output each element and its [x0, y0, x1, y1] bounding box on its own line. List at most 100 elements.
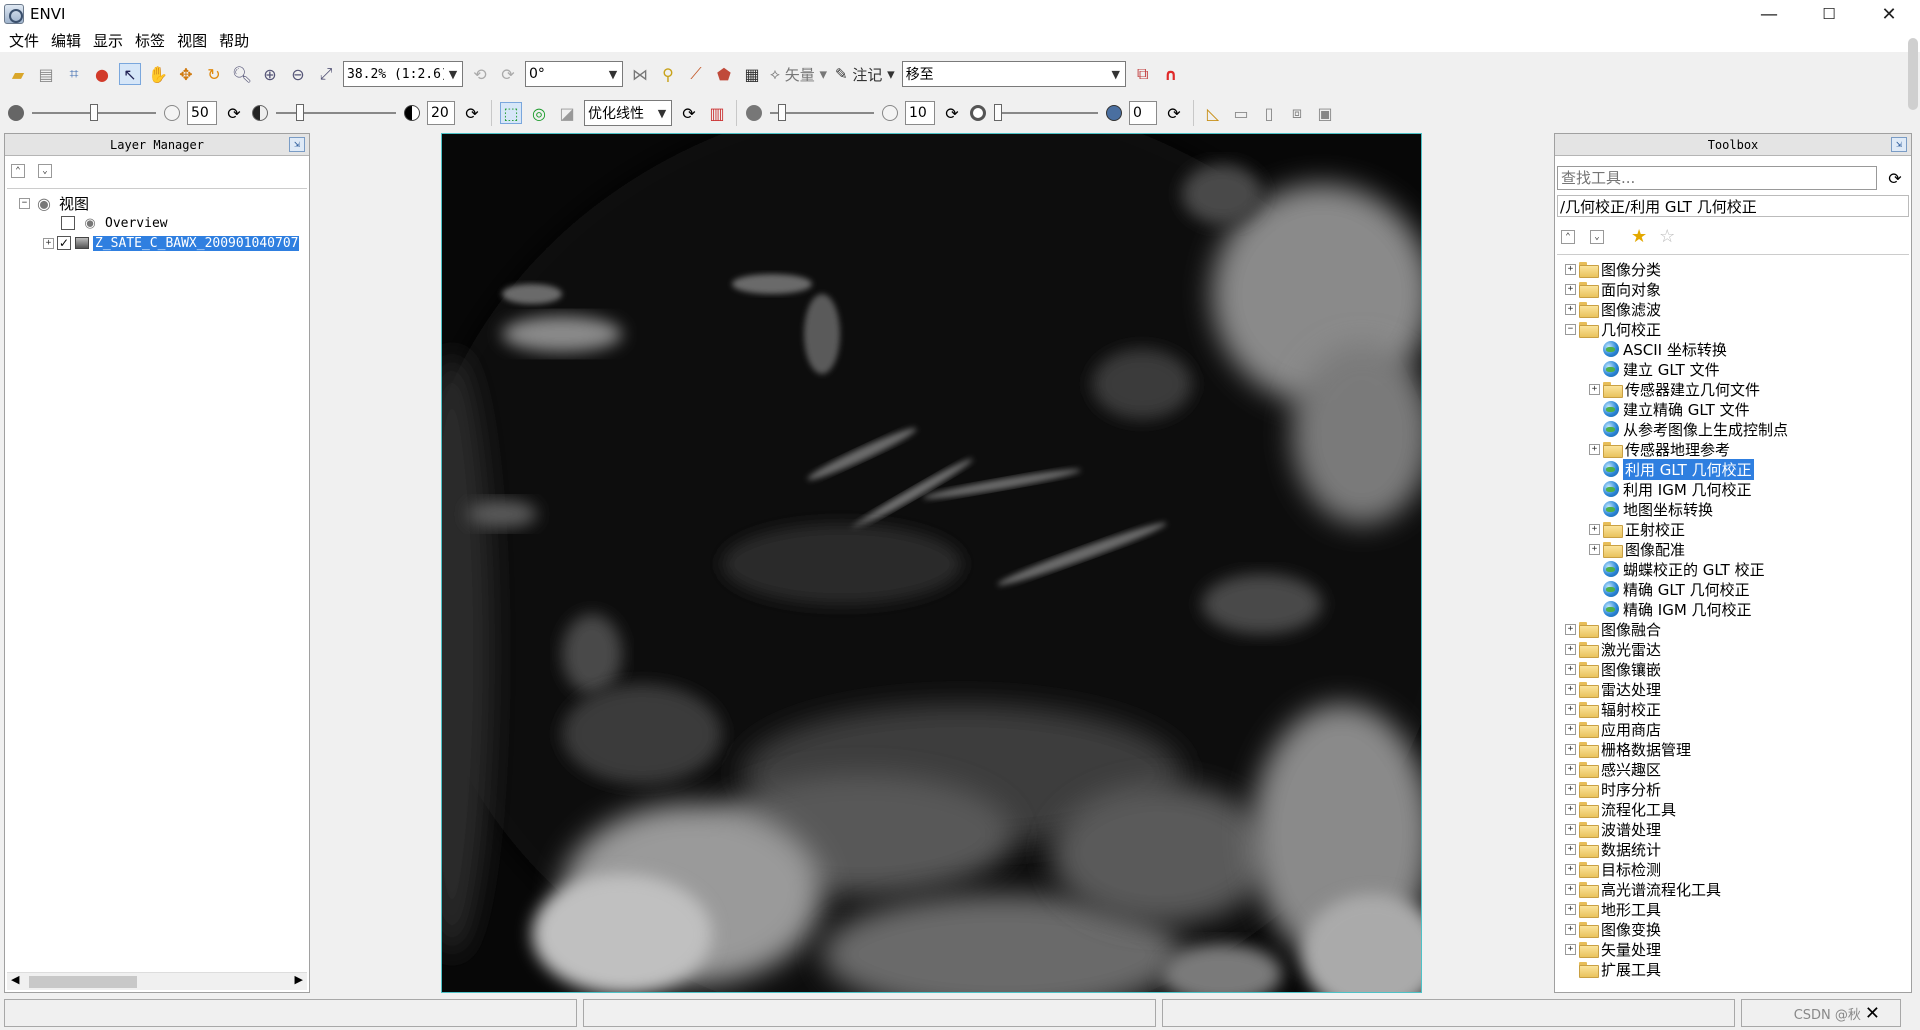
collapse-all-icon[interactable]: ⌃ — [11, 164, 25, 178]
blend-icon[interactable]: ▣ — [1314, 102, 1336, 124]
toolbox-folder[interactable]: + 激光雷达 — [1565, 639, 1661, 659]
toolbox-tool[interactable]: 建立精确 GLT 文件 — [1589, 399, 1750, 419]
toolbox-folder[interactable]: + 图像滤波 — [1565, 299, 1661, 319]
fly-icon[interactable]: ✥ — [175, 63, 197, 85]
expand-icon[interactable]: + — [1565, 263, 1576, 275]
expand-icon[interactable]: + — [1565, 643, 1576, 655]
expand-icon[interactable]: + — [43, 237, 54, 249]
favorites-star-icon[interactable]: ★ — [1631, 226, 1647, 247]
sharpen-field[interactable]: 10 — [905, 101, 935, 125]
brightness-field[interactable]: 50 — [187, 101, 217, 125]
toolbox-tool[interactable]: 蝴蝶校正的 GLT 校正 — [1589, 559, 1765, 579]
toolbox-folder[interactable]: + 图像变换 — [1565, 919, 1661, 939]
toolbox-folder[interactable]: + 面向对象 — [1565, 279, 1661, 299]
menu-file[interactable]: 文件 — [6, 30, 48, 51]
vector-tool[interactable]: ⟡ 矢量 ▾ — [770, 64, 827, 85]
profile-icon[interactable]: ⟋ — [685, 63, 707, 85]
rotate-right-icon[interactable]: ⟳ — [497, 63, 519, 85]
pan-hand-icon[interactable]: ✋ — [147, 63, 169, 85]
window-scrollbar-thumb[interactable] — [1908, 38, 1918, 110]
expand-icon[interactable]: + — [1565, 883, 1576, 895]
chip-icon[interactable]: ∩ — [1160, 63, 1182, 85]
expand-icon[interactable]: + — [1565, 683, 1576, 695]
expand-icon[interactable]: + — [1565, 303, 1576, 315]
brightness-slider[interactable] — [32, 102, 156, 124]
expand-icon[interactable]: + — [1589, 523, 1600, 535]
toolbox-folder[interactable]: + 感兴趣区 — [1565, 759, 1661, 779]
expand-icon[interactable]: + — [1565, 663, 1576, 675]
stretch-settings-icon[interactable]: ◪ — [556, 102, 578, 124]
flicker-icon[interactable]: ⧈ — [1286, 102, 1308, 124]
crosshair-icon[interactable]: ⚲ — [657, 63, 679, 85]
expand-icon[interactable]: + — [1565, 783, 1576, 795]
tree-node-view[interactable]: − ◉ 视图 — [19, 193, 89, 213]
rotation-combo[interactable]: 0° ▼ — [525, 61, 623, 87]
cursor-value-icon[interactable]: ▦ — [741, 63, 763, 85]
maximize-button[interactable]: ☐ — [1800, 0, 1858, 28]
toolbox-tool[interactable]: 从参考图像上生成控制点 — [1589, 419, 1788, 439]
layer-item-image[interactable]: + ✓ Z_SATE_C_BAWX_2009010407073 — [43, 233, 299, 253]
stretch-view-icon[interactable]: ◎ — [528, 102, 550, 124]
reset-sharpen-icon[interactable]: ⟳ — [941, 102, 963, 124]
stretch-full-icon[interactable]: ⬚ — [500, 102, 522, 124]
close-button[interactable]: ✕ — [1860, 0, 1918, 28]
open-file-icon[interactable]: ▰ — [7, 63, 29, 85]
menu-display[interactable]: 显示 — [90, 30, 132, 51]
toolbox-folder[interactable]: 扩展工具 — [1565, 959, 1661, 979]
toolbox-folder[interactable]: + 传感器地理参考 — [1589, 439, 1730, 459]
link-views-icon[interactable]: ⋈ — [629, 63, 651, 85]
collapse-icon[interactable]: − — [1565, 323, 1576, 335]
toolbox-tool[interactable]: 利用 IGM 几何校正 — [1589, 479, 1752, 499]
measure-icon[interactable]: ◺ — [1202, 102, 1224, 124]
toolbox-tool[interactable]: 精确 IGM 几何校正 — [1589, 599, 1752, 619]
expand-icon[interactable]: + — [1565, 943, 1576, 955]
toolbox-folder[interactable]: + 图像配准 — [1589, 539, 1685, 559]
expand-icon[interactable]: + — [1565, 903, 1576, 915]
expand-icon[interactable]: + — [1565, 623, 1576, 635]
zoom-level-combo[interactable]: 38.2% (1:2.6) ▼ — [343, 61, 463, 87]
expand-icon[interactable]: + — [1565, 823, 1576, 835]
zoom-in-icon[interactable]: ⊕ — [259, 63, 281, 85]
toolbox-folder[interactable]: + 辐射校正 — [1565, 699, 1661, 719]
scroll-right-icon[interactable]: ▶ — [295, 973, 303, 986]
toolbox-folder[interactable]: + 目标检测 — [1565, 859, 1661, 879]
expand-all-icon[interactable]: ⌄ — [38, 164, 52, 178]
zoom-icon[interactable]: 🔍︎ — [231, 63, 253, 85]
scroll-left-icon[interactable]: ◀ — [11, 973, 19, 986]
slider-thumb[interactable] — [296, 104, 304, 121]
collapse-icon[interactable]: − — [19, 197, 30, 209]
checkbox-checked[interactable]: ✓ — [57, 236, 71, 250]
toolbox-folder[interactable]: + 图像分类 — [1565, 259, 1661, 279]
toolbox-folder[interactable]: + 高光谱流程化工具 — [1565, 879, 1721, 899]
expand-icon[interactable]: + — [1565, 923, 1576, 935]
transparency-field[interactable]: 0 — [1129, 101, 1157, 125]
toolbox-folder[interactable]: + 地形工具 — [1565, 899, 1661, 919]
reset-contrast-icon[interactable]: ⟳ — [461, 102, 483, 124]
menu-view[interactable]: 视图 — [174, 30, 216, 51]
zoom-fit-icon[interactable]: ⤢ — [315, 63, 337, 85]
rotate-icon[interactable]: ↻ — [203, 63, 225, 85]
expand-icon[interactable]: + — [1589, 443, 1600, 455]
view-layout-icon[interactable]: ▭ — [1230, 102, 1252, 124]
contrast-slider[interactable] — [276, 102, 396, 124]
transparency-slider[interactable] — [994, 102, 1098, 124]
collapse-all-icon[interactable]: ⌃ — [1561, 229, 1575, 244]
expand-icon[interactable]: + — [1565, 763, 1576, 775]
crop-icon[interactable]: ⌗ — [63, 63, 85, 85]
horizontal-scrollbar[interactable]: ◀ ▶ — [7, 972, 307, 990]
toolbox-search-input[interactable] — [1557, 166, 1877, 190]
slider-thumb[interactable] — [994, 104, 1002, 121]
toolbox-folder[interactable]: + 雷达处理 — [1565, 679, 1661, 699]
portal-icon[interactable]: ⧉ — [1132, 63, 1154, 85]
sharpen-slider[interactable] — [770, 102, 874, 124]
refresh-icon[interactable]: ⟳ — [1884, 167, 1906, 189]
expand-icon[interactable]: + — [1589, 543, 1600, 555]
favorite-empty-star-icon[interactable]: ☆ — [1659, 226, 1675, 247]
data-manager-icon[interactable]: ▤ — [35, 63, 57, 85]
menu-help[interactable]: 帮助 — [216, 30, 258, 51]
toolbox-folder[interactable]: + 数据统计 — [1565, 839, 1661, 859]
image-view[interactable] — [441, 133, 1422, 993]
toolbox-folder[interactable]: + 图像融合 — [1565, 619, 1661, 639]
toolbox-folder[interactable]: + 波谱处理 — [1565, 819, 1661, 839]
toolbox-tool[interactable]: 利用 GLT 几何校正 — [1589, 458, 1754, 480]
